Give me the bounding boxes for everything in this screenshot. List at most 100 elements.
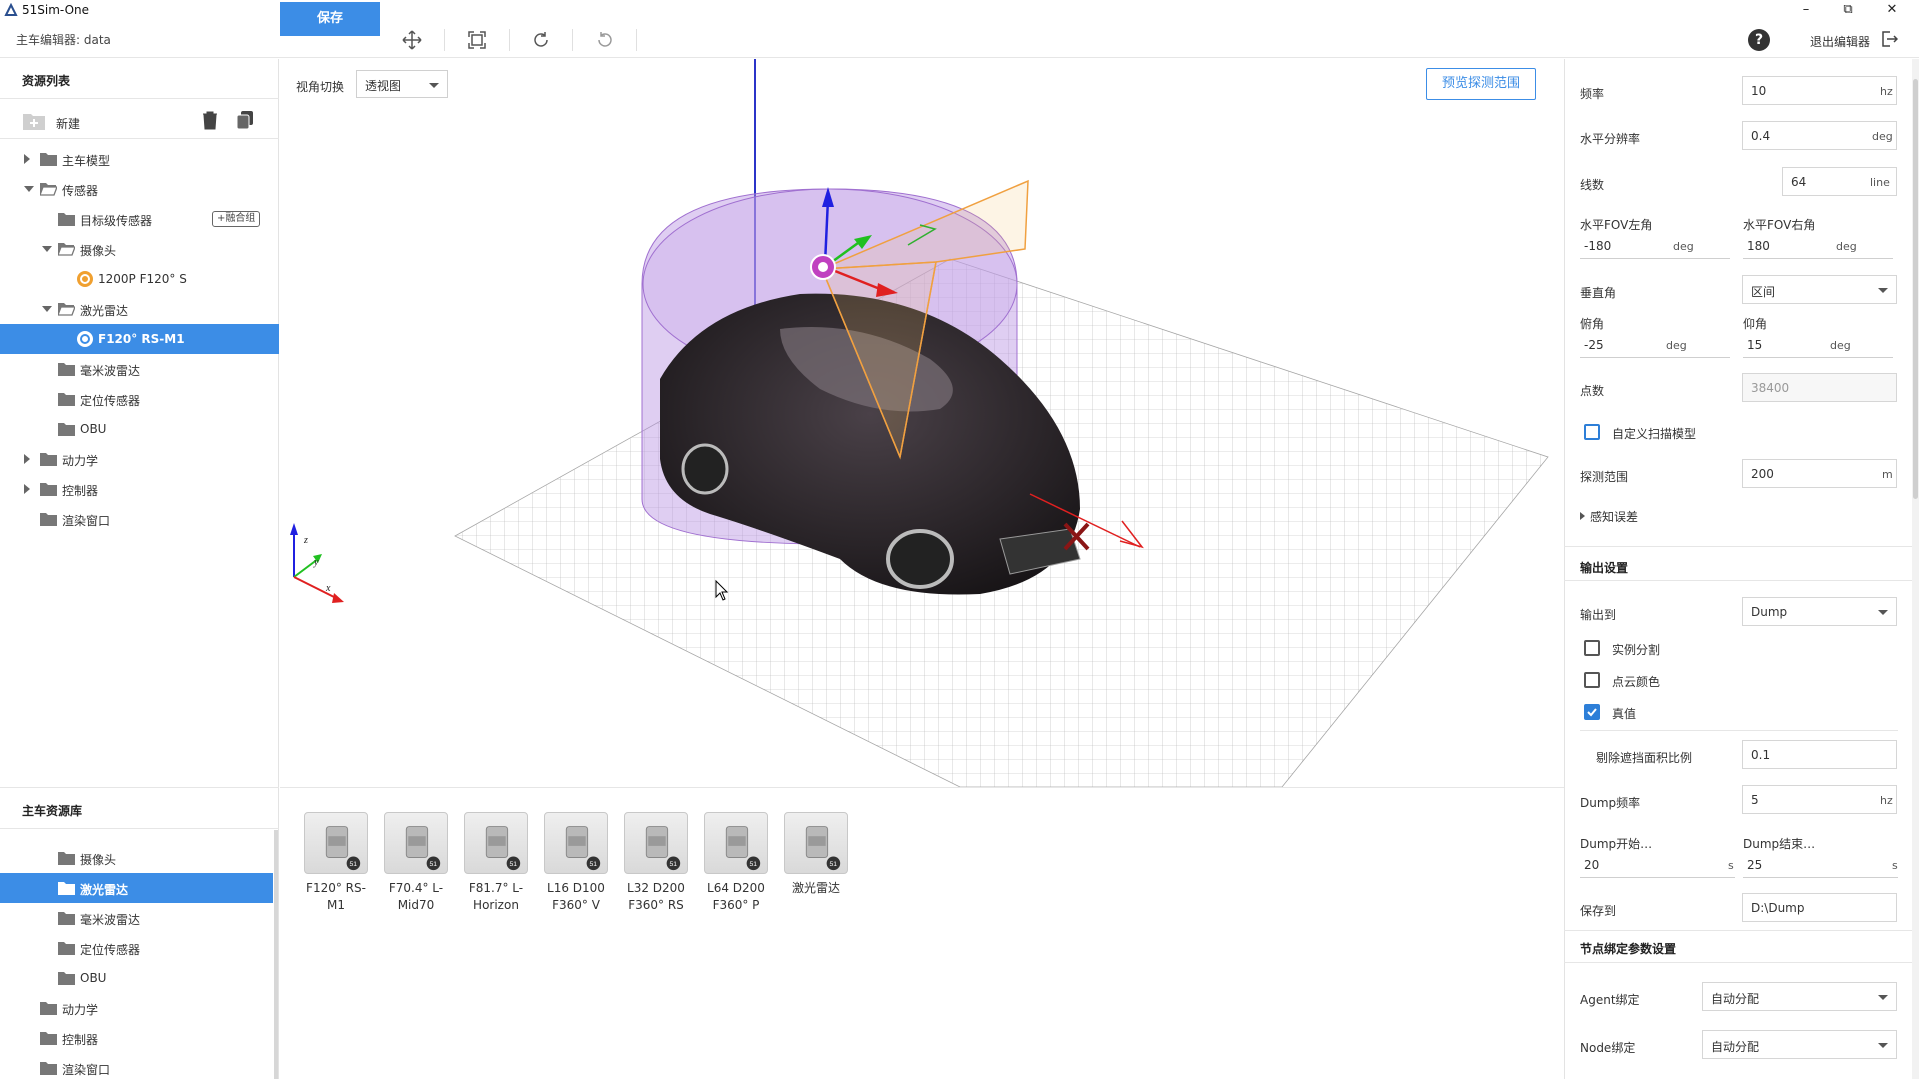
undo-icon[interactable] — [594, 29, 616, 51]
minimize-button[interactable]: – — [1786, 0, 1826, 20]
redo-icon[interactable] — [530, 29, 552, 51]
exit-editor-label[interactable]: 退出编辑器 — [1810, 33, 1870, 50]
fov-left-input[interactable]: -180 — [1580, 233, 1730, 259]
chevron-down-icon — [1878, 1043, 1888, 1048]
freq-input[interactable]: 10 — [1742, 76, 1897, 105]
scene-canvas[interactable]: z y x — [280, 59, 1564, 787]
library-tree-item[interactable]: 摄像头 — [0, 843, 273, 873]
tree-item[interactable]: OBU — [0, 414, 279, 444]
tree-item[interactable]: 控制器 — [0, 474, 279, 504]
hres-label: 水平分辨率 — [1580, 132, 1641, 146]
expand-down-icon[interactable] — [42, 306, 52, 312]
svg-text:51: 51 — [830, 861, 838, 868]
delete-icon[interactable] — [201, 110, 219, 130]
occlusion-input[interactable]: 0.1 — [1742, 740, 1897, 769]
library-tree-item[interactable]: 控制器 — [0, 1023, 273, 1053]
expand-right-icon[interactable] — [24, 154, 30, 164]
dump-end-input[interactable]: 25 — [1743, 852, 1898, 878]
copy-icon[interactable] — [236, 110, 254, 130]
lidar-thumbnail: 51 — [704, 812, 768, 874]
library-lidar-item[interactable]: 51 F70.4° L- Mid70 — [384, 812, 448, 914]
help-icon[interactable]: ? — [1748, 29, 1770, 51]
library-lidar-item[interactable]: 51 L32 D200 F360° RS — [624, 812, 688, 914]
perception-error-label[interactable]: 感知误差 — [1590, 508, 1638, 525]
properties-scrollbar[interactable] — [1912, 59, 1919, 1079]
tree-item[interactable]: 渲染窗口 — [0, 504, 279, 534]
tree-item[interactable]: 摄像头 — [0, 234, 279, 264]
tree-item[interactable]: 1200P F120° S — [0, 264, 279, 294]
output-settings-header: 输出设置 — [1580, 561, 1629, 575]
save-button[interactable]: 保存 — [280, 2, 380, 36]
lidar-device-icon: 51 — [325, 826, 361, 871]
down-angle-input[interactable]: -25 — [1580, 332, 1730, 358]
lidar-thumbnail: 51 — [304, 812, 368, 874]
folder-icon — [40, 1002, 57, 1015]
library-lidar-item[interactable]: 51 激光雷达 — [784, 812, 848, 897]
divider — [0, 98, 279, 99]
tree-item[interactable]: 主车模型 — [0, 144, 279, 174]
library-lidar-item[interactable]: 51 L16 D100 F360° V — [544, 812, 608, 914]
vertical-angle-select[interactable]: 区间 — [1742, 275, 1897, 304]
divider — [0, 828, 279, 829]
output-to-select[interactable]: Dump — [1742, 597, 1897, 626]
agent-binding-label: Agent绑定 — [1580, 993, 1640, 1007]
library-tree-item[interactable]: 定位传感器 — [0, 933, 273, 963]
library-lidar-item[interactable]: 51 L64 D200 F360° P — [704, 812, 768, 914]
tree-item[interactable]: 毫米波雷达 — [0, 354, 279, 384]
tree-item-label: 摄像头 — [80, 244, 117, 258]
expand-down-icon[interactable] — [24, 186, 34, 192]
tree-item[interactable]: 目标级传感器 +融合组 — [0, 204, 279, 234]
tree-item[interactable]: 激光雷达 — [0, 294, 279, 324]
view-select[interactable]: 透视图 — [356, 70, 448, 98]
expand-arrow-icon[interactable] — [1580, 512, 1585, 520]
restore-button[interactable]: ⧉ — [1828, 0, 1868, 20]
3d-viewport[interactable]: z y x — [280, 59, 1564, 787]
down-angle-unit: deg — [1666, 339, 1687, 352]
divider — [0, 138, 279, 139]
pointcloud-color-checkbox[interactable] — [1584, 672, 1600, 688]
range-label: 探测范围 — [1580, 470, 1629, 484]
instance-seg-checkbox[interactable] — [1584, 640, 1600, 656]
library-tree-item[interactable]: 激光雷达 — [0, 873, 273, 903]
tree-item[interactable]: 动力学 — [0, 444, 279, 474]
new-button[interactable]: 新建 — [56, 115, 80, 132]
library-tree-item[interactable]: OBU — [0, 963, 273, 993]
lidar-device-icon: 51 — [565, 826, 601, 871]
folder-icon — [58, 882, 75, 895]
focus-tool-icon[interactable] — [466, 29, 488, 51]
lidar-sensor-icon — [77, 331, 93, 347]
new-folder-icon[interactable] — [22, 111, 46, 131]
lidar-thumbnail: 51 — [384, 812, 448, 874]
node-binding-select[interactable]: 自动分配 — [1702, 1030, 1897, 1059]
expand-down-icon[interactable] — [42, 246, 52, 252]
dump-start-input[interactable]: 20 — [1580, 852, 1735, 878]
library-tree-item[interactable]: 动力学 — [0, 993, 273, 1023]
folder-icon — [40, 1032, 57, 1045]
agent-binding-select[interactable]: 自动分配 — [1702, 982, 1897, 1011]
custom-scan-checkbox[interactable] — [1584, 424, 1600, 440]
dump-freq-value: 5 — [1751, 793, 1759, 807]
fov-right-input[interactable]: 180 — [1743, 233, 1893, 259]
tree-item[interactable]: F120° RS-M1 — [0, 324, 279, 354]
up-angle-input[interactable]: 15 — [1743, 332, 1893, 358]
tree-item[interactable]: 传感器 — [0, 174, 279, 204]
range-input[interactable]: 200 — [1742, 459, 1897, 488]
expand-right-icon[interactable] — [24, 454, 30, 464]
close-button[interactable]: ✕ — [1872, 0, 1912, 20]
library-lidar-item[interactable]: 51 F120° RS- M1 — [304, 812, 368, 914]
library-lidar-item[interactable]: 51 F81.7° L- Horizon — [464, 812, 528, 914]
hres-value: 0.4 — [1751, 129, 1771, 143]
truth-checkbox[interactable] — [1584, 704, 1600, 720]
down-angle-value: -25 — [1584, 338, 1604, 352]
fusion-group-badge[interactable]: +融合组 — [212, 211, 261, 227]
exit-icon[interactable] — [1880, 30, 1898, 48]
library-scrollbar[interactable] — [274, 830, 278, 1079]
expand-right-icon[interactable] — [24, 484, 30, 494]
tree-item[interactable]: 定位传感器 — [0, 384, 279, 414]
save-to-input[interactable]: D:\Dump — [1742, 893, 1897, 922]
dump-freq-input[interactable]: 5 — [1742, 785, 1897, 814]
library-tree-item[interactable]: 毫米波雷达 — [0, 903, 273, 933]
move-tool-icon[interactable] — [401, 29, 423, 51]
preview-range-button[interactable]: 预览探测范围 — [1426, 68, 1536, 100]
output-to-label: 输出到 — [1580, 608, 1617, 622]
